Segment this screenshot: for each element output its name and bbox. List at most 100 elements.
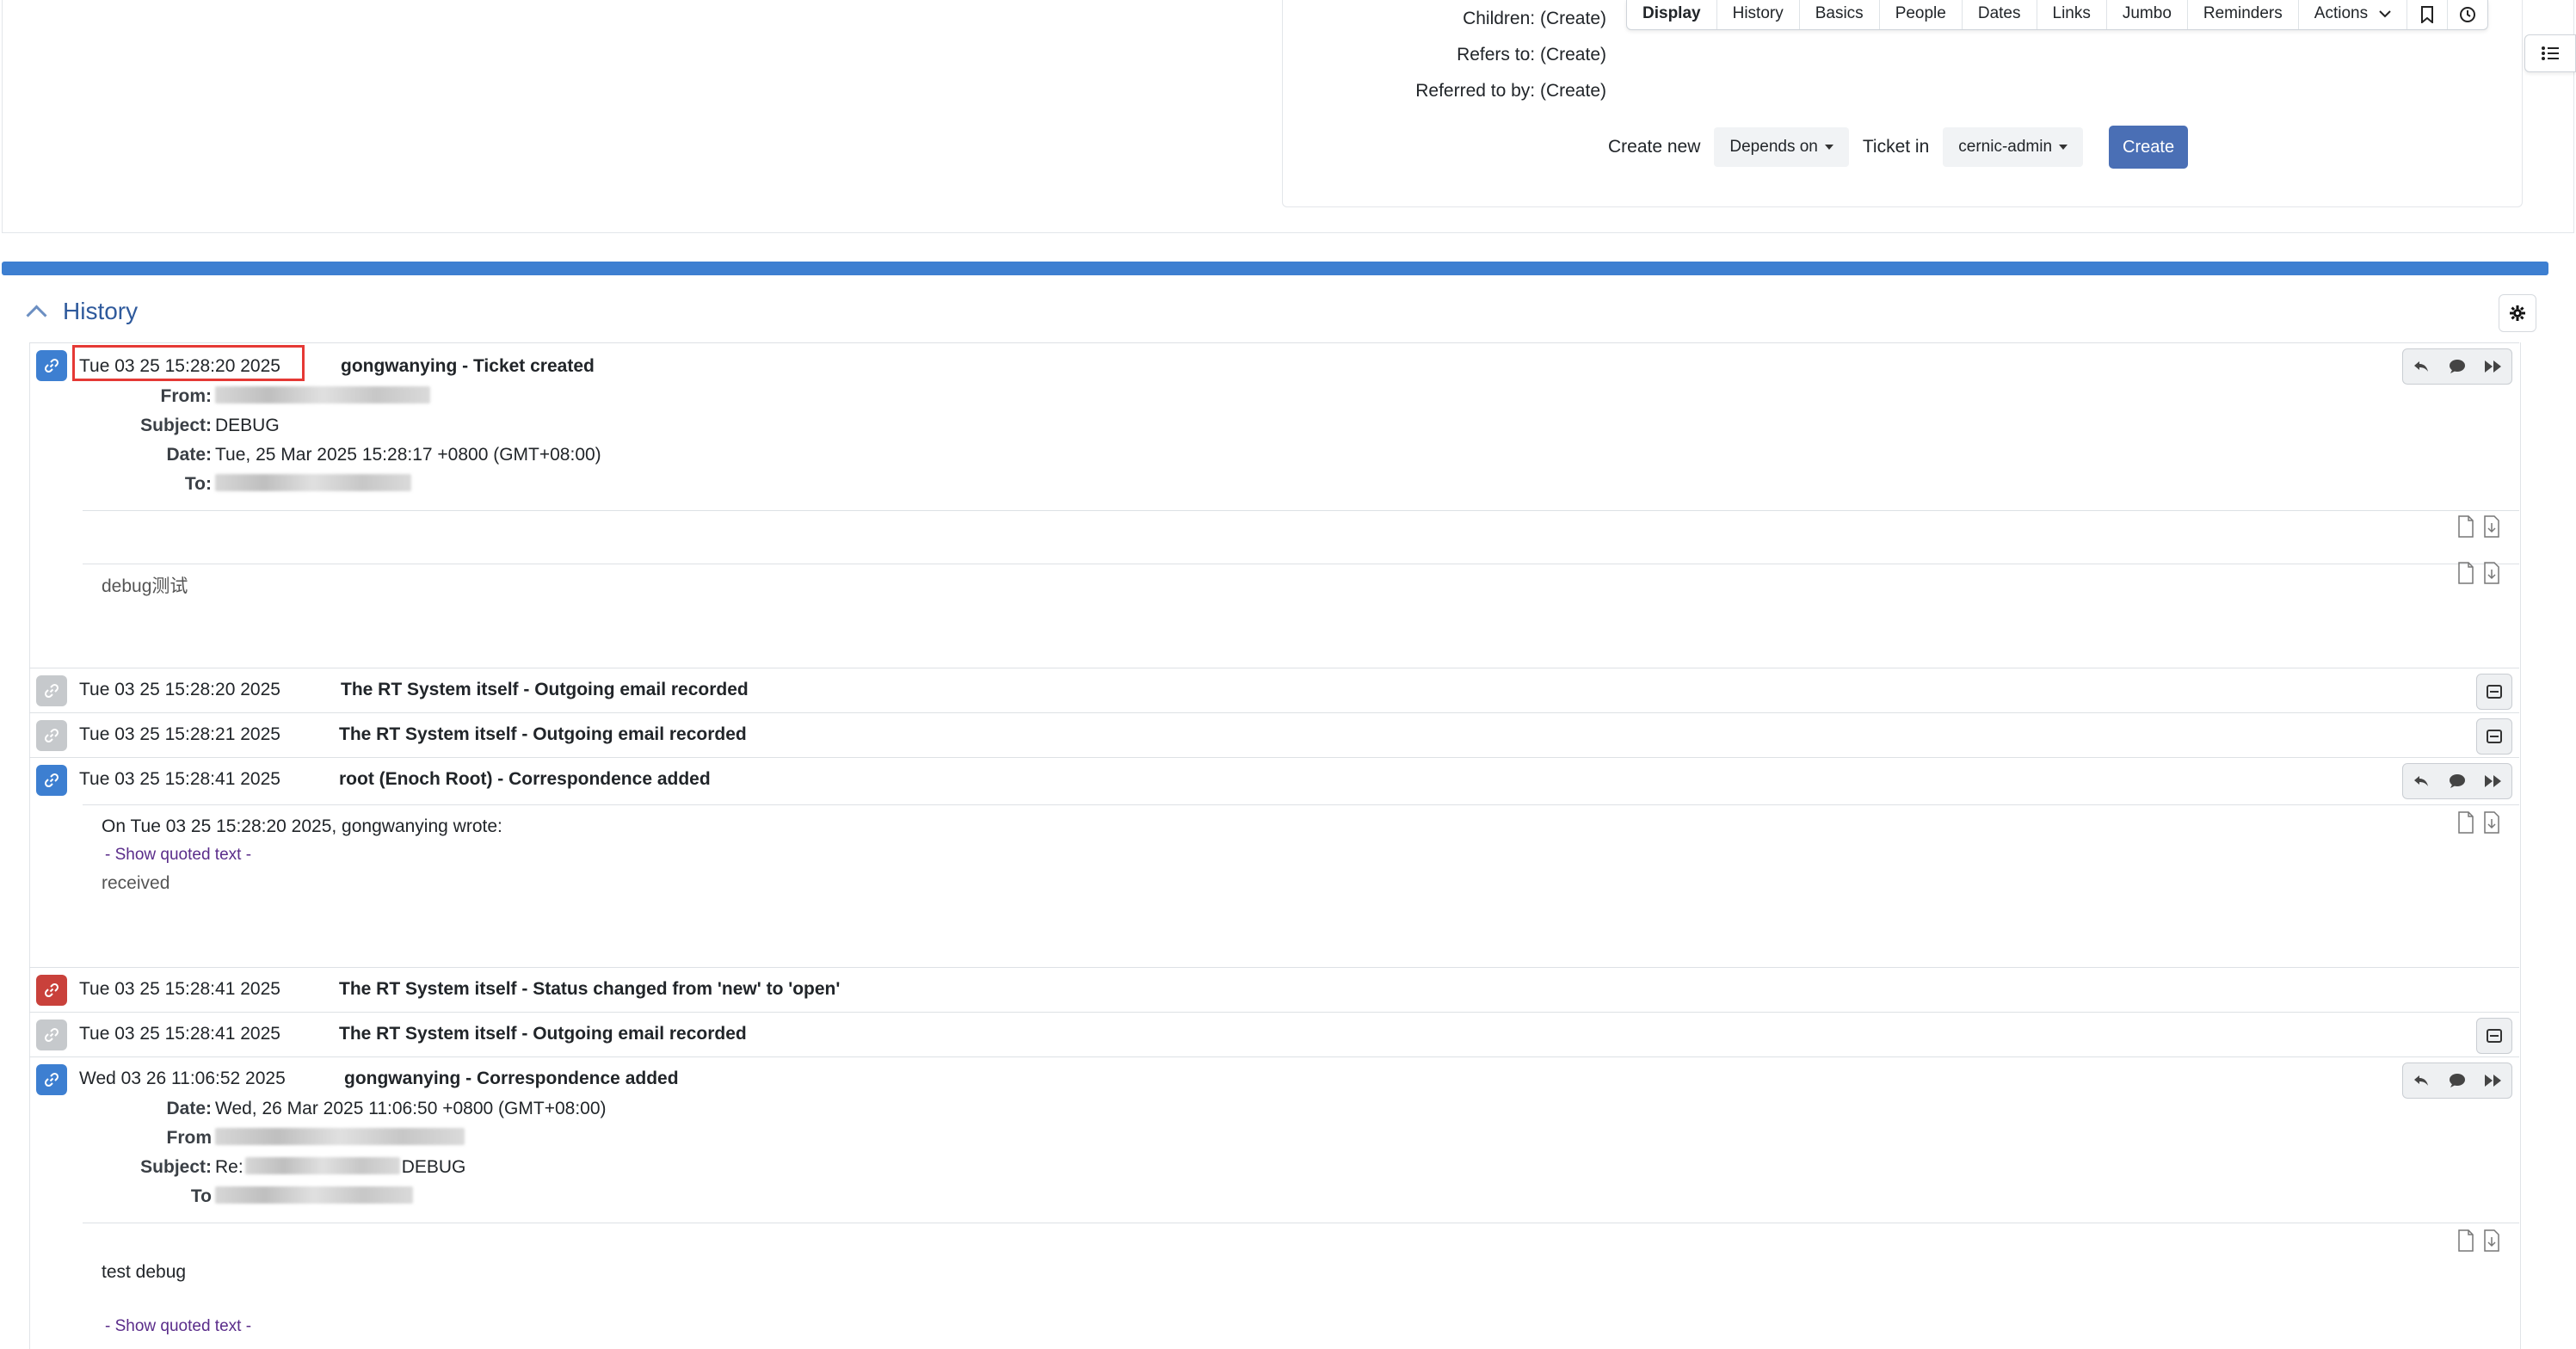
list-icon [2542, 46, 2559, 60]
file-icon[interactable] [2457, 1229, 2474, 1252]
download-file-icon[interactable] [2483, 1229, 2500, 1252]
comment-icon [2450, 360, 2465, 373]
transaction-date: Wed 03 26 11:06:52 2025 [79, 1069, 286, 1088]
children-label: Children: [1463, 9, 1536, 28]
redacted-value [215, 1128, 465, 1145]
referred-by-link-row: Referred to by: (Create) [1415, 81, 1606, 102]
divider [83, 804, 2519, 805]
permalink-button[interactable] [36, 350, 67, 381]
forward-button[interactable] [2475, 1063, 2511, 1098]
transaction-date: Tue 03 25 15:28:41 2025 [79, 769, 280, 789]
link-icon [44, 683, 59, 699]
refers-to-create-link[interactable]: (Create) [1540, 45, 1606, 65]
quote-intro: On Tue 03 25 15:28:20 2025, gongwanying … [102, 816, 502, 836]
file-icon[interactable] [2457, 562, 2474, 584]
tab-actions[interactable]: Actions [2299, 0, 2408, 29]
history-transaction: Wed 03 26 11:06:52 2025 gongwanying - Co… [29, 1056, 2519, 1338]
transaction-description: The RT System itself - Status changed fr… [339, 979, 841, 999]
transaction-description: gongwanying - Correspondence added [344, 1069, 679, 1088]
transaction-date: Tue 03 25 15:28:20 2025 [79, 680, 280, 699]
show-email-button[interactable] [2476, 1018, 2512, 1054]
ticket-tab-menu: Display History Basics People Dates Link… [1626, 0, 2489, 30]
link-icon [44, 773, 59, 788]
header-subject: Subject: DEBUG [29, 416, 280, 436]
tab-dates[interactable]: Dates [1963, 0, 2037, 29]
forward-icon [2485, 775, 2501, 787]
header-subject-label: Subject: [140, 1157, 212, 1177]
history-transaction: Tue 03 25 15:28:41 2025 root (Enoch Root… [29, 757, 2519, 968]
tab-links[interactable]: Links [2037, 0, 2107, 29]
transaction-actions [2402, 1063, 2512, 1099]
redacted-value [215, 474, 411, 491]
show-email-button[interactable] [2476, 718, 2512, 755]
comment-button[interactable] [2439, 764, 2475, 798]
reply-button[interactable] [2403, 764, 2439, 798]
header-subject-suffix: DEBUG [401, 1157, 466, 1177]
show-quoted-text-link[interactable]: - Show quoted text - [105, 846, 251, 865]
children-link-row: Children: (Create) [1463, 9, 1606, 29]
attachment-actions [2457, 811, 2500, 834]
comment-button[interactable] [2439, 1063, 2475, 1098]
timer-button[interactable] [2448, 0, 2487, 29]
attachment-actions [2457, 515, 2500, 538]
download-file-icon[interactable] [2483, 515, 2500, 538]
envelope-icon [2487, 685, 2502, 699]
permalink-button[interactable] [36, 720, 67, 751]
file-icon[interactable] [2457, 811, 2474, 834]
show-email-button[interactable] [2476, 674, 2512, 710]
reply-button[interactable] [2403, 349, 2439, 384]
forward-button[interactable] [2475, 349, 2511, 384]
create-button[interactable]: Create [2109, 126, 2189, 169]
header-from-label: From [166, 1128, 213, 1148]
queue-dropdown[interactable]: cernic-admin [1943, 127, 2084, 167]
link-icon [44, 728, 59, 743]
download-file-icon[interactable] [2483, 562, 2500, 584]
permalink-button[interactable] [36, 675, 67, 706]
permalink-button[interactable] [36, 1064, 67, 1095]
gear-icon [2510, 305, 2525, 321]
transaction-description: The RT System itself - Outgoing email re… [341, 680, 749, 699]
reply-button[interactable] [2403, 1063, 2439, 1098]
page-menu-toggle[interactable] [2524, 34, 2576, 72]
history-section-header[interactable]: History [24, 298, 138, 326]
transaction-actions [2402, 763, 2512, 799]
children-create-link[interactable]: (Create) [1540, 9, 1606, 28]
envelope-icon [2487, 1029, 2502, 1043]
tab-history[interactable]: History [1717, 0, 1800, 29]
create-new-label: Create new [1608, 137, 1701, 157]
tab-jumbo[interactable]: Jumbo [2107, 0, 2188, 29]
transaction-date: Tue 03 25 15:28:21 2025 [79, 724, 280, 744]
tab-display[interactable]: Display [1627, 0, 1717, 29]
permalink-button[interactable] [36, 765, 67, 796]
transaction-header: Tue 03 25 15:28:20 2025 gongwanying - Ti… [29, 343, 2519, 386]
redacted-value [244, 1157, 400, 1174]
header-from: From [29, 1128, 465, 1149]
forward-button[interactable] [2475, 764, 2511, 798]
show-quoted-text-link[interactable]: - Show quoted text - [105, 1317, 251, 1336]
queue-dropdown-value: cernic-admin [1958, 138, 2053, 156]
comment-button[interactable] [2439, 349, 2475, 384]
transaction-actions [2402, 348, 2512, 385]
message-body: test debug [102, 1262, 187, 1282]
permalink-button[interactable] [36, 1019, 67, 1050]
comment-icon [2450, 774, 2465, 788]
file-icon[interactable] [2457, 515, 2474, 538]
chevron-down-icon [2379, 10, 2392, 18]
download-file-icon[interactable] [2483, 811, 2500, 834]
forward-icon [2485, 360, 2501, 373]
transaction-description: gongwanying - Ticket created [341, 356, 595, 376]
link-icon [44, 1027, 59, 1043]
history-options-button[interactable] [2499, 294, 2536, 332]
tab-basics[interactable]: Basics [1800, 0, 1880, 29]
referred-by-create-link[interactable]: (Create) [1540, 81, 1606, 101]
relation-dropdown[interactable]: Depends on [1714, 127, 1849, 167]
attachment-actions [2457, 1229, 2500, 1252]
referred-by-label: Referred to by: [1415, 81, 1536, 101]
relation-dropdown-value: Depends on [1729, 138, 1818, 156]
permalink-button[interactable] [36, 975, 67, 1006]
tab-reminders[interactable]: Reminders [2188, 0, 2299, 29]
bookmark-icon [2421, 6, 2434, 23]
tab-people[interactable]: People [1880, 0, 1963, 29]
caret-down-icon [1824, 145, 1833, 150]
bookmark-button[interactable] [2407, 0, 2449, 29]
